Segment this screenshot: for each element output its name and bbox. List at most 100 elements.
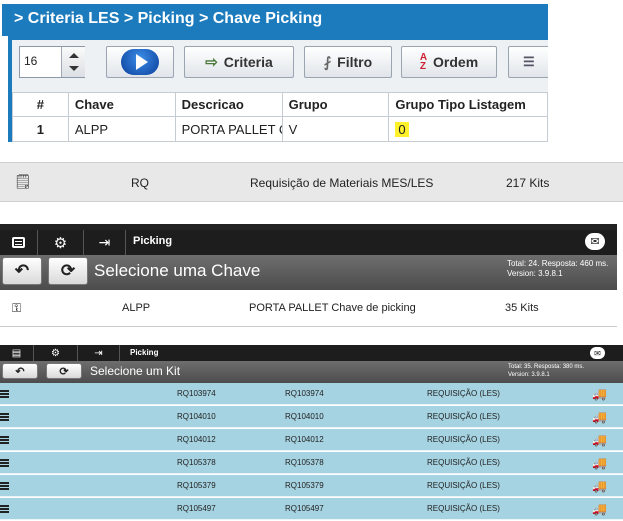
action-toolbar: ↶ ⟳ Selecione uma Chave Total: 24. Respo… — [0, 255, 617, 290]
column-header[interactable]: Grupo — [281, 92, 390, 117]
breadcrumb: > Criteria LES > Picking > Chave Picking — [14, 10, 323, 27]
menu-icon[interactable]: ▤ — [0, 345, 34, 361]
grupo-tipo-value: 0 — [395, 121, 409, 137]
requisicao-code: RQ — [131, 176, 149, 190]
chave-table: # Chave Descricao Grupo Grupo Tipo Lista… — [12, 92, 548, 142]
kit-name: RQ104012 — [285, 435, 324, 444]
column-header[interactable]: Descricao — [174, 92, 283, 117]
kit-code: RQ104010 — [177, 412, 216, 421]
back-arrow-icon[interactable]: ↶ — [2, 363, 38, 379]
stats-total: Total: 24. Resposta: 460 ms. — [507, 259, 609, 268]
sort-az-icon: AZ — [419, 52, 428, 72]
refresh-icon[interactable]: ⟳ — [46, 363, 82, 379]
gear-icon[interactable]: ⚙ — [34, 345, 78, 361]
page-size-stepper[interactable]: 16 — [19, 46, 85, 78]
mail-icon[interactable]: ✉ — [585, 233, 605, 250]
requisicao-description: Requisição de Materiais MES/LES — [250, 176, 434, 190]
key-icon: ⚿ — [12, 301, 22, 315]
run-button[interactable] — [106, 46, 174, 78]
menu-icon[interactable] — [0, 230, 38, 255]
kit-name: RQ103974 — [285, 389, 324, 398]
list-view-icon: ☰ — [523, 54, 535, 69]
filter-icon: ⨏ — [323, 53, 332, 70]
ordem-button[interactable]: AZ Ordem — [401, 46, 497, 78]
list-item[interactable]: RQ105379 RQ105379 REQUISIÇÃO (LES) 🚚 — [0, 475, 623, 497]
filtro-button-label: Filtro — [337, 54, 373, 70]
page-title: Selecione um Kit — [90, 364, 181, 378]
chave-selection-panel: ⚙ ⇥ Picking ✉ ↶ ⟳ Selecione uma Chave To… — [0, 224, 617, 327]
page-title: Selecione uma Chave — [94, 261, 261, 280]
kit-type: REQUISIÇÃO (LES) — [427, 504, 500, 513]
requisicao-row[interactable]: 🗒 RQ Requisição de Materiais MES/LES 217… — [0, 162, 623, 202]
criteria-panel: > Criteria LES > Picking > Chave Picking… — [0, 0, 548, 142]
kit-type: REQUISIÇÃO (LES) — [427, 458, 500, 467]
nav-title: Picking — [133, 235, 173, 247]
column-header[interactable]: Grupo Tipo Listagem — [388, 92, 548, 117]
stepper-up-icon[interactable] — [69, 53, 79, 58]
list-item[interactable]: RQ105378 RQ105378 REQUISIÇÃO (LES) 🚚 — [0, 452, 623, 474]
stepper-value[interactable]: 16 — [24, 54, 37, 68]
kit-code: RQ103974 — [177, 389, 216, 398]
refresh-icon[interactable]: ⟳ — [48, 257, 88, 285]
nav-title: Picking — [130, 348, 159, 357]
top-nav-bar: ▤ ⚙ ⇥ Picking ✉ — [0, 345, 623, 361]
truck-icon[interactable]: 🚚 — [592, 502, 607, 516]
stepper-down-icon[interactable] — [69, 66, 79, 71]
kit-code: RQ105378 — [177, 458, 216, 467]
back-arrow-icon[interactable]: ↶ — [2, 257, 42, 285]
row-number: 1 — [12, 116, 69, 142]
logout-icon[interactable]: ⇥ — [84, 230, 126, 255]
stats-version: Version: 3.9.8.1 — [508, 372, 550, 378]
menu-icon[interactable] — [0, 413, 9, 421]
logout-icon[interactable]: ⇥ — [78, 345, 120, 361]
ordem-button-label: Ordem — [433, 54, 479, 70]
gear-icon[interactable]: ⚙ — [38, 230, 84, 255]
menu-icon[interactable] — [0, 482, 9, 490]
menu-icon[interactable] — [0, 459, 9, 467]
kit-name: RQ104010 — [285, 412, 324, 421]
menu-icon[interactable] — [0, 390, 9, 398]
chave-description: PORTA PALLET Chave de picking — [249, 302, 416, 314]
stats-total: Total: 35. Resposta: 380 ms. — [508, 364, 585, 370]
action-toolbar: ↶ ⟳ Selecione um Kit Total: 35. Resposta… — [0, 361, 623, 383]
table-row[interactable]: 1 ALPP PORTA PALLET CH V 0 — [12, 116, 548, 142]
criteria-icon: ⇨ — [205, 54, 218, 71]
response-stats: Total: 24. Resposta: 460 ms. Version: 3.… — [507, 259, 608, 279]
stepper-buttons[interactable] — [61, 47, 85, 77]
truck-icon[interactable]: 🚚 — [592, 456, 607, 470]
filtro-button[interactable]: ⨏ Filtro — [304, 46, 392, 78]
kit-type: REQUISIÇÃO (LES) — [427, 389, 500, 398]
kit-code: RQ105379 — [177, 481, 216, 490]
clipboard-icon: 🗒 — [14, 173, 32, 189]
kit-name: RQ105497 — [285, 504, 324, 513]
truck-icon[interactable]: 🚚 — [592, 410, 607, 424]
column-header[interactable]: Chave — [67, 92, 176, 117]
truck-icon[interactable]: 🚚 — [592, 433, 607, 447]
response-stats: Total: 35. Resposta: 380 ms. Version: 3.… — [508, 363, 584, 379]
kit-type: REQUISIÇÃO (LES) — [427, 412, 500, 421]
column-header[interactable]: # — [12, 92, 69, 117]
truck-icon[interactable]: 🚚 — [592, 387, 607, 401]
list-item[interactable]: RQ104012 RQ104012 REQUISIÇÃO (LES) 🚚 — [0, 429, 623, 451]
chave-count: 35 Kits — [505, 302, 539, 314]
requisicao-count: 217 Kits — [506, 176, 550, 190]
list-item[interactable]: RQ104010 RQ104010 REQUISIÇÃO (LES) 🚚 — [0, 406, 623, 428]
top-nav-bar: ⚙ ⇥ Picking ✉ — [0, 230, 617, 255]
chave-cell[interactable]: ALPP — [67, 116, 176, 142]
grupo-cell[interactable]: V — [281, 116, 390, 142]
kit-code: RQ105497 — [177, 504, 216, 513]
list-item[interactable]: ⚿ ALPP PORTA PALLET Chave de picking 35 … — [0, 290, 617, 327]
grupo-tipo-cell[interactable]: 0 — [388, 116, 548, 142]
kit-selection-panel: ▤ ⚙ ⇥ Picking ✉ ↶ ⟳ Selecione um Kit Tot… — [0, 345, 623, 521]
mail-icon[interactable]: ✉ — [590, 347, 605, 359]
kit-code: RQ104012 — [177, 435, 216, 444]
menu-icon[interactable] — [0, 505, 9, 513]
truck-icon[interactable]: 🚚 — [592, 479, 607, 493]
list-item[interactable]: RQ103974 RQ103974 REQUISIÇÃO (LES) 🚚 — [0, 383, 623, 405]
descricao-cell[interactable]: PORTA PALLET CH — [174, 116, 283, 142]
view-button[interactable]: ☰ — [508, 46, 548, 78]
criteria-button[interactable]: ⇨ Criteria — [184, 46, 294, 78]
list-item[interactable]: RQ105497 RQ105497 REQUISIÇÃO (LES) 🚚 — [0, 498, 623, 520]
menu-icon[interactable] — [0, 436, 9, 444]
table-header-row: # Chave Descricao Grupo Grupo Tipo Lista… — [12, 92, 548, 117]
